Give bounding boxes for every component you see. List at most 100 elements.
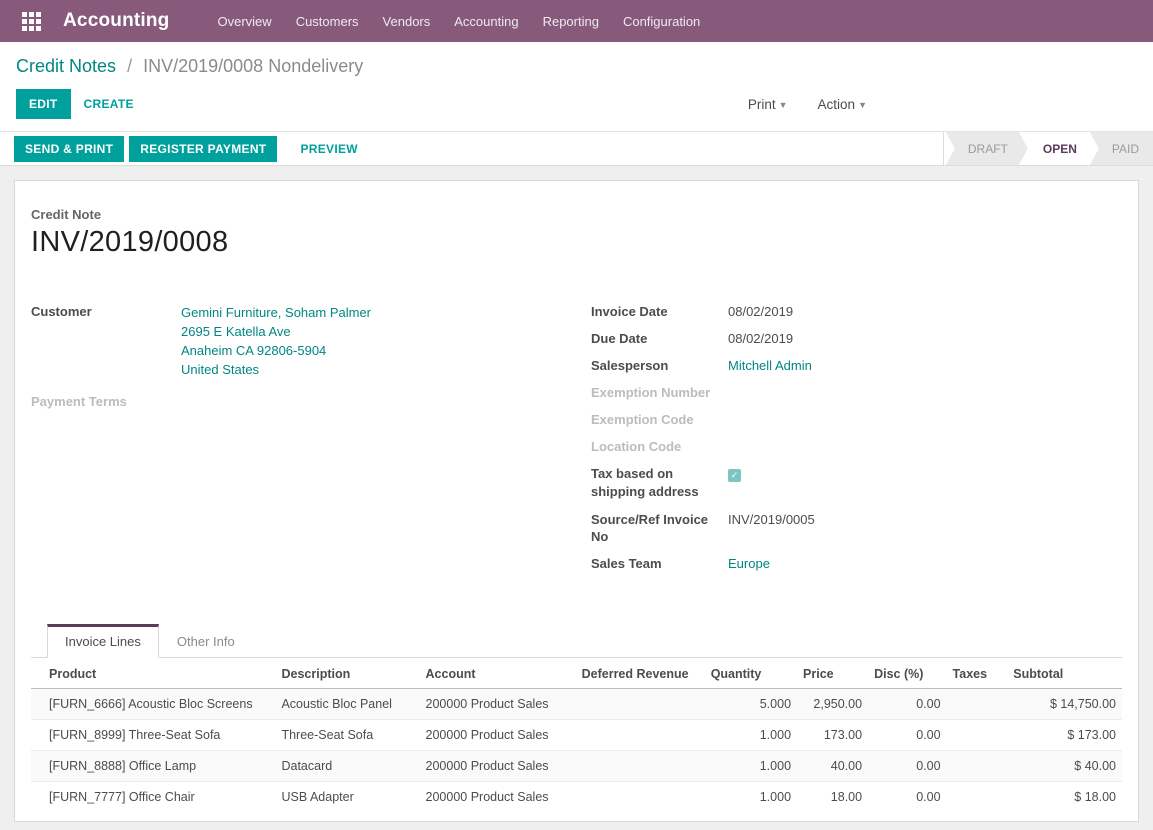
cell-deferred (576, 782, 705, 813)
cell-subtotal: $ 173.00 (1007, 720, 1122, 751)
invoice-date-value: 08/02/2019 (728, 303, 793, 320)
cell-disc: 0.00 (868, 720, 946, 751)
source-ref-label: Source/Ref Invoice No (591, 511, 728, 545)
salesperson-field: Salesperson Mitchell Admin (591, 357, 1122, 374)
customer-field: Customer Gemini Furniture, Soham Palmer … (31, 303, 591, 379)
col-header-disc: Disc (%) (868, 658, 946, 689)
invoice-sheet: Credit Note INV/2019/0008 Customer Gemin… (14, 180, 1139, 822)
cell-quantity: 1.000 (705, 720, 797, 751)
exemption-number-field: Exemption Number (591, 384, 1122, 401)
cell-account: 200000 Product Sales (420, 751, 576, 782)
document-toolbar: SEND & PRINT REGISTER PAYMENT PREVIEW DR… (0, 131, 1153, 166)
apps-menu-icon[interactable] (22, 12, 41, 31)
field-groups: Customer Gemini Furniture, Soham Palmer … (31, 303, 1122, 582)
salesperson-link[interactable]: Mitchell Admin (728, 357, 812, 374)
action-dropdown-label: Action (818, 97, 856, 112)
control-panel: Credit Notes / INV/2019/0008 Nondelivery… (0, 42, 1153, 131)
invoice-date-label: Invoice Date (591, 303, 728, 320)
tab-other-info[interactable]: Other Info (159, 624, 253, 658)
nav-menu-item[interactable]: Overview (206, 2, 284, 41)
tax-shipping-label: Tax based on shipping address (591, 465, 728, 501)
field-group-left: Customer Gemini Furniture, Soham Palmer … (31, 303, 591, 582)
tax-shipping-checkbox[interactable]: ✓ (728, 469, 741, 482)
invoice-line-row[interactable]: [FURN_6666] Acoustic Bloc Screens Acoust… (31, 689, 1122, 720)
customer-address-line[interactable]: 2695 E Katella Ave (181, 322, 371, 341)
col-header-product: Product (31, 658, 275, 689)
invoice-date-field: Invoice Date 08/02/2019 (591, 303, 1122, 320)
chevron-down-icon: ▼ (779, 100, 788, 110)
cell-product: [FURN_8888] Office Lamp (31, 751, 275, 782)
salesperson-label: Salesperson (591, 357, 728, 374)
preview-link[interactable]: PREVIEW (288, 136, 369, 162)
document-type-label: Credit Note (31, 207, 1122, 222)
col-header-quantity: Quantity (705, 658, 797, 689)
breadcrumb: Credit Notes / INV/2019/0008 Nondelivery (16, 56, 1137, 77)
top-navbar: Accounting Overview Customers Vendors Ac… (0, 0, 1153, 42)
cell-subtotal: $ 14,750.00 (1007, 689, 1122, 720)
customer-address-line[interactable]: Anaheim CA 92806-5904 (181, 341, 371, 360)
cell-taxes (947, 751, 1008, 782)
cell-description: Datacard (275, 751, 419, 782)
tab-invoice-lines[interactable]: Invoice Lines (47, 624, 159, 658)
payment-terms-field: Payment Terms (31, 393, 591, 410)
send-print-button[interactable]: SEND & PRINT (14, 136, 124, 162)
col-header-deferred-revenue: Deferred Revenue (576, 658, 705, 689)
nav-menu-item[interactable]: Configuration (611, 2, 712, 41)
nav-menu-item[interactable]: Accounting (442, 2, 530, 41)
cell-account: 200000 Product Sales (420, 782, 576, 813)
status-paid[interactable]: PAID (1090, 132, 1153, 165)
tax-shipping-field: Tax based on shipping address ✓ (591, 465, 1122, 501)
location-code-field: Location Code (591, 438, 1122, 455)
form-view-container: Credit Note INV/2019/0008 Customer Gemin… (0, 166, 1153, 830)
payment-terms-label: Payment Terms (31, 393, 181, 410)
invoice-line-row[interactable]: [FURN_8888] Office Lamp Datacard 200000 … (31, 751, 1122, 782)
invoice-line-row[interactable]: [FURN_7777] Office Chair USB Adapter 200… (31, 782, 1122, 813)
cell-disc: 0.00 (868, 782, 946, 813)
cell-deferred (576, 689, 705, 720)
cell-product: [FURN_6666] Acoustic Bloc Screens (31, 689, 275, 720)
due-date-value: 08/02/2019 (728, 330, 793, 347)
document-actions: Print▼ Action▼ (746, 93, 869, 116)
checkmark-icon: ✓ (731, 469, 739, 482)
exemption-number-label: Exemption Number (591, 384, 728, 401)
exemption-code-field: Exemption Code (591, 411, 1122, 428)
nav-menu-item[interactable]: Reporting (531, 2, 611, 41)
status-open[interactable]: OPEN (1021, 132, 1097, 165)
status-draft[interactable]: DRAFT (946, 132, 1028, 165)
tax-shipping-value: ✓ (728, 465, 741, 501)
cell-account: 200000 Product Sales (420, 720, 576, 751)
breadcrumb-separator: / (127, 56, 132, 76)
breadcrumb-parent-link[interactable]: Credit Notes (16, 56, 116, 76)
cell-subtotal: $ 40.00 (1007, 751, 1122, 782)
cell-price: 173.00 (797, 720, 868, 751)
col-header-description: Description (275, 658, 419, 689)
nav-menu-item[interactable]: Customers (284, 2, 371, 41)
cell-quantity: 1.000 (705, 751, 797, 782)
main-menu: Overview Customers Vendors Accounting Re… (206, 0, 713, 42)
invoice-lines-table: Product Description Account Deferred Rev… (31, 658, 1122, 812)
app-title[interactable]: Accounting (63, 10, 170, 32)
print-dropdown[interactable]: Print▼ (746, 93, 790, 116)
customer-address-line[interactable]: United States (181, 360, 371, 379)
notebook-tabs: Invoice Lines Other Info (31, 624, 1122, 658)
sales-team-field: Sales Team Europe (591, 555, 1122, 572)
cell-taxes (947, 782, 1008, 813)
sales-team-label: Sales Team (591, 555, 728, 572)
edit-button[interactable]: EDIT (16, 89, 71, 119)
cell-account: 200000 Product Sales (420, 689, 576, 720)
customer-name-link[interactable]: Gemini Furniture, Soham Palmer (181, 303, 371, 322)
table-header-row: Product Description Account Deferred Rev… (31, 658, 1122, 689)
customer-label: Customer (31, 303, 181, 379)
source-ref-field: Source/Ref Invoice No INV/2019/0005 (591, 511, 1122, 545)
print-dropdown-label: Print (748, 97, 776, 112)
col-header-price: Price (797, 658, 868, 689)
action-dropdown[interactable]: Action▼ (816, 93, 869, 116)
sales-team-link[interactable]: Europe (728, 555, 770, 572)
register-payment-button[interactable]: REGISTER PAYMENT (129, 136, 277, 162)
invoice-line-row[interactable]: [FURN_8999] Three-Seat Sofa Three-Seat S… (31, 720, 1122, 751)
cell-price: 2,950.00 (797, 689, 868, 720)
col-header-taxes: Taxes (947, 658, 1008, 689)
create-button[interactable]: CREATE (71, 89, 147, 119)
col-header-subtotal: Subtotal (1007, 658, 1122, 689)
nav-menu-item[interactable]: Vendors (371, 2, 443, 41)
